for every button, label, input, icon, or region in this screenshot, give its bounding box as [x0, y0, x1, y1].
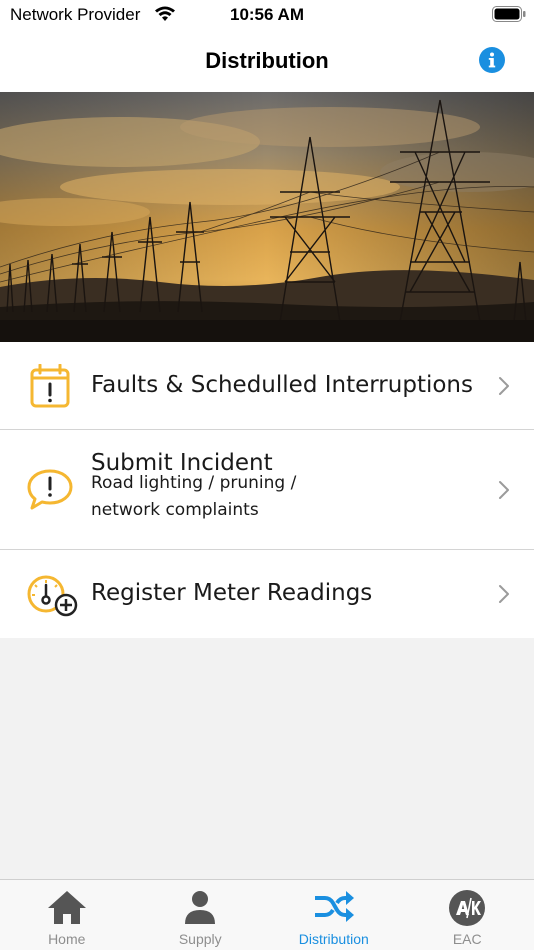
faults-interruptions-item[interactable]: Faults & Schedulled Interruptions: [0, 342, 534, 430]
menu-list: Faults & Schedulled Interruptions Submit…: [0, 342, 534, 638]
speech-bubble-alert-icon: [26, 468, 74, 516]
menu-item-subtitle: network complaints: [91, 500, 259, 520]
person-icon: [180, 888, 220, 930]
tab-label: Home: [48, 931, 86, 947]
meter-add-icon: [26, 574, 80, 622]
tab-bar: Home Supply Distribution EAC: [0, 879, 534, 950]
battery-icon: [492, 6, 526, 26]
page-title: Distribution: [205, 48, 329, 73]
hero-image: [0, 92, 534, 342]
register-meter-readings-item[interactable]: Register Meter Readings: [0, 550, 534, 638]
tab-label: Distribution: [298, 931, 369, 947]
status-bar: Network Provider 10:56 AM: [0, 0, 534, 32]
shuffle-icon: [312, 888, 356, 930]
tab-distribution[interactable]: Distribution: [267, 880, 401, 950]
tab-label: EAC: [452, 931, 482, 947]
calendar-alert-icon: [26, 363, 74, 414]
chevron-right-icon: [498, 376, 510, 400]
eac-logo-icon: [447, 888, 487, 932]
home-icon: [45, 888, 89, 930]
menu-item-title: Faults & Schedulled Interruptions: [91, 372, 473, 398]
tab-eac[interactable]: EAC: [401, 880, 534, 950]
menu-item-subtitle: Road lighting / pruning /: [91, 473, 297, 493]
tab-label: Supply: [178, 931, 222, 947]
chevron-right-icon: [498, 480, 510, 504]
submit-incident-item[interactable]: Submit Incident Road lighting / pruning …: [0, 430, 534, 550]
tab-supply[interactable]: Supply: [134, 880, 268, 950]
info-button[interactable]: [479, 47, 505, 73]
navigation-bar: Distribution: [0, 32, 534, 92]
tab-home[interactable]: Home: [0, 880, 134, 950]
clock: 10:56 AM: [229, 5, 304, 24]
menu-item-title: Register Meter Readings: [91, 580, 373, 606]
info-icon: [488, 52, 496, 68]
chevron-right-icon: [498, 584, 510, 608]
